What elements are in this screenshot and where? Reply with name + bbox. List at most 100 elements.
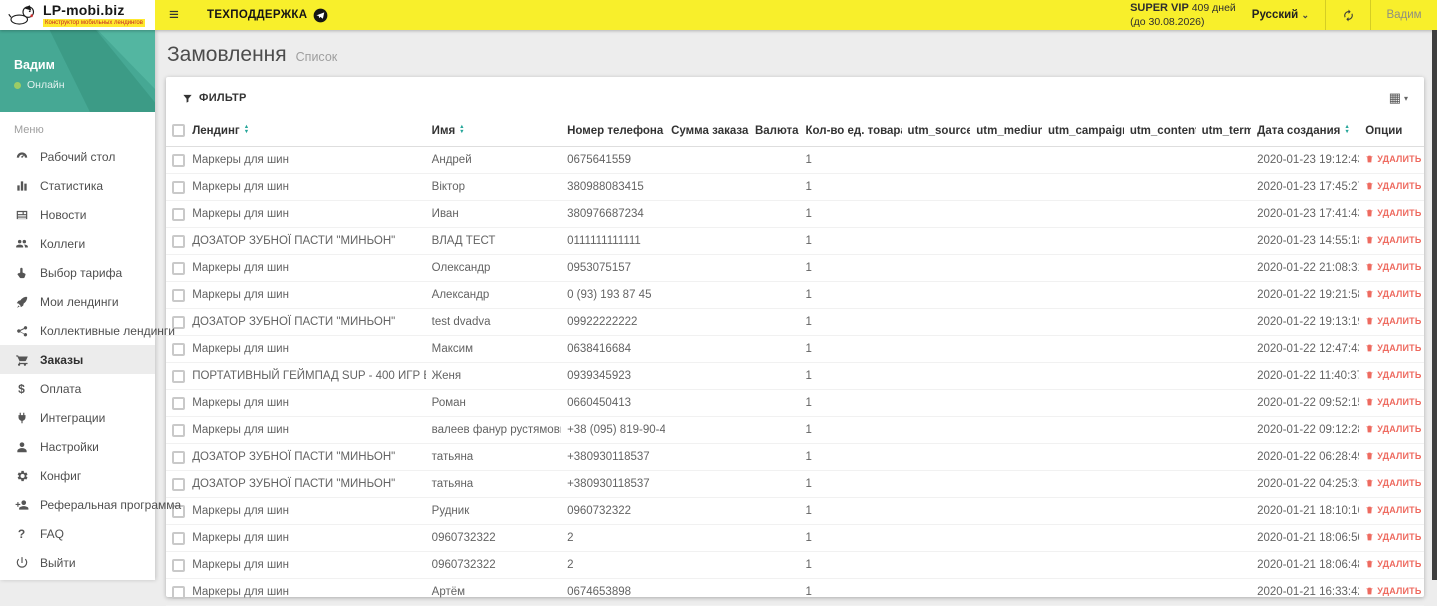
cell-utm-campaign	[1041, 308, 1124, 336]
cell-name: ВЛАД ТЕСТ	[425, 227, 562, 255]
sidebar-item-label: Выбор тарифа	[40, 265, 123, 280]
row-checkbox[interactable]	[172, 558, 185, 572]
sidebar-item-gears[interactable]: Конфиг	[0, 461, 155, 490]
delete-button[interactable]: УДАЛИТЬ	[1365, 532, 1421, 542]
table-row: Маркеры для шин 0960732322 2 1 2020-01-21 18…	[166, 524, 1424, 552]
cell-phone: 0638416684	[561, 335, 666, 363]
cell-name: валеев фанур рустямович	[425, 416, 562, 444]
table-row: ДОЗАТОР ЗУБНОЇ ПАСТИ "МИНЬОН" ВЛАД ТЕСТ 01…	[166, 227, 1424, 255]
delete-button[interactable]: УДАЛИТЬ	[1365, 559, 1421, 569]
filter-button[interactable]: ФИЛЬТР	[182, 92, 247, 104]
language-select[interactable]: Русский ⌄	[1252, 9, 1309, 21]
delete-button[interactable]: УДАЛИТЬ	[1365, 208, 1421, 218]
column-header-landing[interactable]: Лендинг ▲ ▼	[186, 117, 426, 147]
row-checkbox[interactable]	[172, 234, 185, 248]
trash-icon	[1366, 317, 1373, 324]
cell-created: 2020-01-23 14:55:18	[1251, 227, 1360, 255]
delete-label: УДАЛИТЬ	[1377, 153, 1422, 164]
menu-section-label: Меню	[14, 124, 44, 136]
row-checkbox[interactable]	[172, 288, 185, 302]
cell-landing: ДОЗАТОР ЗУБНОЇ ПАСТИ "МИНЬОН"	[186, 443, 426, 471]
delete-button[interactable]: УДАЛИТЬ	[1365, 262, 1421, 272]
table-row: Маркеры для шин валеев фанур рустямович +3…	[166, 416, 1424, 444]
column-header-label: Сумма заказа	[671, 124, 749, 137]
row-checkbox[interactable]	[172, 396, 185, 410]
sidebar-item-colleagues[interactable]: Коллеги	[0, 229, 155, 258]
sort-arrows-icon[interactable]: ▲ ▼	[459, 124, 464, 136]
row-checkbox[interactable]	[172, 207, 185, 221]
sidebar-item-news[interactable]: Новости	[0, 200, 155, 229]
select-all-checkbox[interactable]	[172, 124, 185, 137]
cell-utm-medium	[970, 497, 1042, 525]
row-checkbox[interactable]	[172, 261, 185, 275]
cell-utm-campaign	[1041, 335, 1124, 363]
support-button[interactable]: ТЕХПОДДЕРЖКА	[207, 8, 328, 23]
vertical-scrollbar[interactable]	[1432, 30, 1437, 580]
cell-landing: Маркеры для шин	[186, 173, 426, 201]
sidebar-item-user[interactable]: Настройки	[0, 432, 155, 461]
cell-currency	[748, 443, 800, 471]
row-checkbox[interactable]	[172, 423, 185, 437]
delete-button[interactable]: УДАЛИТЬ	[1365, 370, 1421, 380]
column-header-label: Имя	[431, 124, 456, 137]
cell-order-sum	[665, 497, 749, 525]
sidebar-item-bar-chart[interactable]: Статистика	[0, 171, 155, 200]
sort-arrows-icon[interactable]: ▲ ▼	[1344, 124, 1349, 136]
cell-utm-campaign	[1041, 200, 1124, 228]
table-row: Маркеры для шин Артём 0674653898 1 2020-01-2…	[166, 578, 1424, 606]
sidebar-item-plug[interactable]: Интеграции	[0, 403, 155, 432]
menu-toggle-icon[interactable]: ≡	[155, 5, 193, 25]
table-row: Маркеры для шин Олександр 0953075157 1 2020-…	[166, 254, 1424, 282]
topbar-user-button[interactable]: Вадим	[1371, 9, 1437, 21]
delete-button[interactable]: УДАЛИТЬ	[1365, 397, 1421, 407]
row-checkbox[interactable]	[172, 477, 185, 491]
refresh-icon	[1343, 9, 1353, 21]
delete-button[interactable]: УДАЛИТЬ	[1365, 235, 1421, 245]
delete-button[interactable]: УДАЛИТЬ	[1365, 181, 1421, 191]
cell-landing: ПОРТАТИВНЫЙ ГЕЙМПАД SUP - 400 ИГР В 1	[186, 362, 426, 390]
cell-utm-content	[1123, 497, 1196, 525]
cell-utm-content	[1123, 443, 1196, 471]
sidebar-item-user-plus[interactable]: Реферальная программа	[0, 490, 181, 519]
delete-button[interactable]: УДАЛИТЬ	[1365, 154, 1421, 164]
delete-button[interactable]: УДАЛИТЬ	[1365, 316, 1421, 326]
cart-icon	[14, 352, 29, 367]
row-checkbox[interactable]	[172, 369, 185, 383]
row-checkbox[interactable]	[172, 531, 185, 545]
logo[interactable]: LP-mobi.biz Конструктор мобильных лендин…	[0, 0, 155, 30]
refresh-button[interactable]	[1326, 0, 1370, 30]
delete-button[interactable]: УДАЛИТЬ	[1365, 586, 1421, 596]
row-checkbox[interactable]	[172, 585, 185, 599]
cell-phone: 0 (93) 193 87 45	[561, 281, 666, 309]
sidebar-item-rocket[interactable]: Мои лендинги	[0, 287, 155, 316]
sidebar-item-power[interactable]: Выйти	[0, 548, 155, 577]
sidebar-item-question[interactable]: ? FAQ	[0, 519, 155, 548]
trash-icon	[1366, 290, 1373, 297]
cell-created: 2020-01-22 12:47:43	[1251, 335, 1360, 363]
sidebar-item-dashboard[interactable]: Рабочий стол	[0, 142, 155, 171]
row-checkbox[interactable]	[172, 180, 185, 194]
table-header-row: Лендинг▲▼Имя▲▼Номер телефона▲▼Сумма зака…	[166, 117, 1424, 147]
sidebar-item-dollar[interactable]: $ Оплата	[0, 374, 155, 403]
sort-arrows-icon[interactable]: ▲ ▼	[244, 124, 249, 136]
trash-icon	[1366, 587, 1373, 594]
row-checkbox[interactable]	[172, 153, 185, 167]
delete-button[interactable]: УДАЛИТЬ	[1365, 505, 1421, 515]
column-header-created[interactable]: Дата создания ▲ ▼	[1251, 117, 1360, 147]
sidebar-item-tariff-hand[interactable]: Выбор тарифа	[0, 258, 155, 287]
user-icon	[14, 439, 29, 454]
sidebar-item-cart[interactable]: Заказы	[0, 345, 155, 374]
sidebar-item-label: Коллективные лендинги	[40, 323, 176, 338]
column-settings-button[interactable]: ▦ ▾	[1389, 90, 1408, 106]
column-header-name[interactable]: Имя ▲ ▼	[425, 117, 562, 147]
column-header-phone[interactable]: Номер телефона▲▼	[561, 117, 666, 147]
delete-button[interactable]: УДАЛИТЬ	[1365, 424, 1421, 434]
sidebar-item-share[interactable]: Коллективные лендинги	[0, 316, 175, 345]
row-checkbox[interactable]	[172, 342, 185, 356]
delete-button[interactable]: УДАЛИТЬ	[1365, 289, 1421, 299]
row-checkbox[interactable]	[172, 450, 185, 464]
news-icon	[14, 207, 29, 222]
delete-button[interactable]: УДАЛИТЬ	[1365, 478, 1421, 488]
delete-button[interactable]: УДАЛИТЬ	[1365, 343, 1421, 353]
delete-button[interactable]: УДАЛИТЬ	[1365, 451, 1421, 461]
